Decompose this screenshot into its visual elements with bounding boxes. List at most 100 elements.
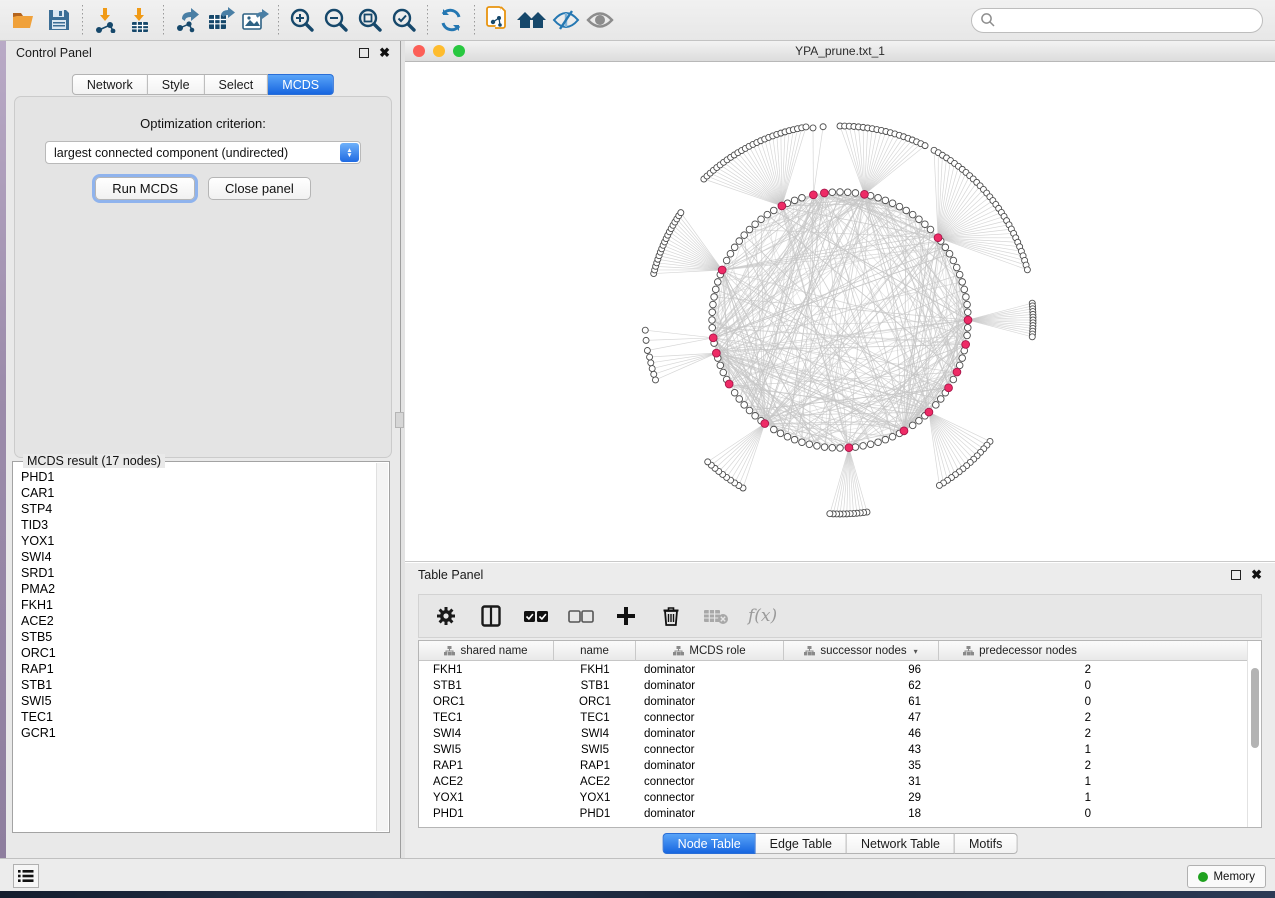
- mcds-result-item[interactable]: ORC1: [21, 645, 376, 661]
- mcds-result-item[interactable]: STB1: [21, 677, 376, 693]
- hide-graphics-icon[interactable]: [549, 4, 583, 36]
- table-row[interactable]: TEC1TEC1connector472: [419, 710, 1247, 726]
- table-cell: SWI5: [554, 742, 636, 758]
- optimization-criterion-select[interactable]: largest connected component (undirected)…: [45, 141, 361, 164]
- table-row[interactable]: STB1STB1dominator620: [419, 678, 1247, 694]
- table-cell: 18: [784, 806, 939, 822]
- tab-select[interactable]: Select: [205, 74, 269, 95]
- column-header-shared-name[interactable]: shared name: [419, 641, 554, 661]
- status-bar: Memory: [0, 858, 1275, 891]
- toolbar-separator: [163, 5, 164, 35]
- mcds-result-item[interactable]: PMA2: [21, 581, 376, 597]
- network-titlebar: YPA_prune.txt_1: [405, 41, 1275, 62]
- tab-node-table[interactable]: Node Table: [663, 833, 756, 854]
- mcds-result-item[interactable]: PHD1: [21, 469, 376, 485]
- tab-network-table[interactable]: Network Table: [847, 833, 955, 854]
- table-row[interactable]: YOX1YOX1connector291: [419, 790, 1247, 806]
- mcds-result-item[interactable]: TEC1: [21, 709, 376, 725]
- column-header-predecessor-nodes[interactable]: predecessor nodes: [939, 641, 1101, 661]
- table-cell: TEC1: [419, 710, 554, 726]
- node-table: shared namenameMCDS rolesuccessor nodes▾…: [418, 640, 1262, 828]
- show-columns-icon[interactable]: [478, 603, 504, 629]
- table-row[interactable]: FKH1FKH1dominator962: [419, 662, 1247, 678]
- mcds-result-list[interactable]: PHD1CAR1STP4TID3YOX1SWI4SRD1PMA2FKH1ACE2…: [14, 463, 376, 831]
- close-panel-button[interactable]: Close panel: [208, 177, 311, 200]
- table-cell: ORC1: [554, 694, 636, 710]
- scrollbar-thumb[interactable]: [1251, 668, 1259, 748]
- tab-edge-table[interactable]: Edge Table: [756, 833, 847, 854]
- mcds-result-item[interactable]: TID3: [21, 517, 376, 533]
- mcds-result-item[interactable]: FKH1: [21, 597, 376, 613]
- splitter-grip[interactable]: [395, 412, 404, 428]
- close-icon[interactable]: ✖: [1251, 570, 1262, 580]
- table-row[interactable]: SWI5SWI5connector431: [419, 742, 1247, 758]
- table-scrollbar[interactable]: [1247, 641, 1261, 827]
- deselect-all-rows-icon[interactable]: [568, 603, 594, 629]
- memory-label: Memory: [1213, 871, 1255, 883]
- network-canvas[interactable]: [405, 62, 1275, 562]
- tab-style[interactable]: Style: [148, 74, 205, 95]
- table-cell: 2: [939, 662, 1101, 678]
- mcds-result-item[interactable]: RAP1: [21, 661, 376, 677]
- tab-network[interactable]: Network: [72, 74, 148, 95]
- show-graphics-icon[interactable]: [583, 4, 617, 36]
- tab-mcds[interactable]: MCDS: [268, 74, 334, 95]
- node-table-header: shared namenameMCDS rolesuccessor nodes▾…: [419, 641, 1247, 661]
- task-history-button[interactable]: [13, 864, 39, 888]
- desktop-wallpaper: [0, 891, 1275, 898]
- memory-button[interactable]: Memory: [1187, 865, 1266, 888]
- mcds-tab-content: Optimization criterion: largest connecte…: [14, 96, 392, 458]
- table-row[interactable]: PHD1PHD1dominator180: [419, 806, 1247, 822]
- search-input[interactable]: [971, 8, 1263, 33]
- export-table-icon[interactable]: [204, 4, 238, 36]
- mcds-result-item[interactable]: SWI4: [21, 549, 376, 565]
- table-row[interactable]: RAP1RAP1dominator352: [419, 758, 1247, 774]
- delete-table-icon: [703, 603, 729, 629]
- zoom-in-icon[interactable]: [285, 4, 319, 36]
- zoom-fit-icon[interactable]: [353, 4, 387, 36]
- table-cell: dominator: [636, 726, 784, 742]
- float-window-icon[interactable]: [359, 48, 369, 58]
- table-cell: RAP1: [419, 758, 554, 774]
- table-cell: PHD1: [554, 806, 636, 822]
- delete-column-icon[interactable]: [658, 603, 684, 629]
- table-toolbar: f(x): [418, 594, 1262, 638]
- import-table-icon[interactable]: [123, 4, 157, 36]
- zoom-selected-icon[interactable]: [387, 4, 421, 36]
- table-cell: ACE2: [419, 774, 554, 790]
- run-mcds-button[interactable]: Run MCDS: [95, 177, 195, 200]
- table-settings-gear-icon[interactable]: [433, 603, 459, 629]
- refresh-icon[interactable]: [434, 4, 468, 36]
- tab-motifs[interactable]: Motifs: [955, 833, 1017, 854]
- network-from-clipboard-icon[interactable]: [481, 4, 515, 36]
- table-row[interactable]: ACE2ACE2connector311: [419, 774, 1247, 790]
- mcds-result-item[interactable]: CAR1: [21, 485, 376, 501]
- column-header-mcds-role[interactable]: MCDS role: [636, 641, 784, 661]
- table-row[interactable]: SWI4SWI4dominator462: [419, 726, 1247, 742]
- close-icon[interactable]: ✖: [379, 48, 390, 58]
- create-column-icon[interactable]: [613, 603, 639, 629]
- column-header-successor-nodes[interactable]: successor nodes▾: [784, 641, 939, 661]
- column-header-name[interactable]: name: [554, 641, 636, 661]
- home-icon[interactable]: [515, 4, 549, 36]
- float-window-icon[interactable]: [1231, 570, 1241, 580]
- table-row[interactable]: ORC1ORC1dominator610: [419, 694, 1247, 710]
- table-cell: dominator: [636, 694, 784, 710]
- mcds-result-item[interactable]: ACE2: [21, 613, 376, 629]
- mcds-result-item[interactable]: SRD1: [21, 565, 376, 581]
- mcds-result-item[interactable]: STP4: [21, 501, 376, 517]
- export-image-icon[interactable]: [238, 4, 272, 36]
- mcds-result-item[interactable]: SWI5: [21, 693, 376, 709]
- select-all-rows-icon[interactable]: [523, 603, 549, 629]
- open-folder-icon[interactable]: [8, 4, 42, 36]
- mcds-result-item[interactable]: YOX1: [21, 533, 376, 549]
- save-icon[interactable]: [42, 4, 76, 36]
- function-builder-icon: f(x): [748, 606, 777, 626]
- import-network-icon[interactable]: [89, 4, 123, 36]
- mcds-result-item[interactable]: GCR1: [21, 725, 376, 741]
- zoom-out-icon[interactable]: [319, 4, 353, 36]
- table-cell: 43: [784, 742, 939, 758]
- export-network-icon[interactable]: [170, 4, 204, 36]
- mcds-result-item[interactable]: STB5: [21, 629, 376, 645]
- mcds-result-scrollbar[interactable]: [376, 463, 388, 831]
